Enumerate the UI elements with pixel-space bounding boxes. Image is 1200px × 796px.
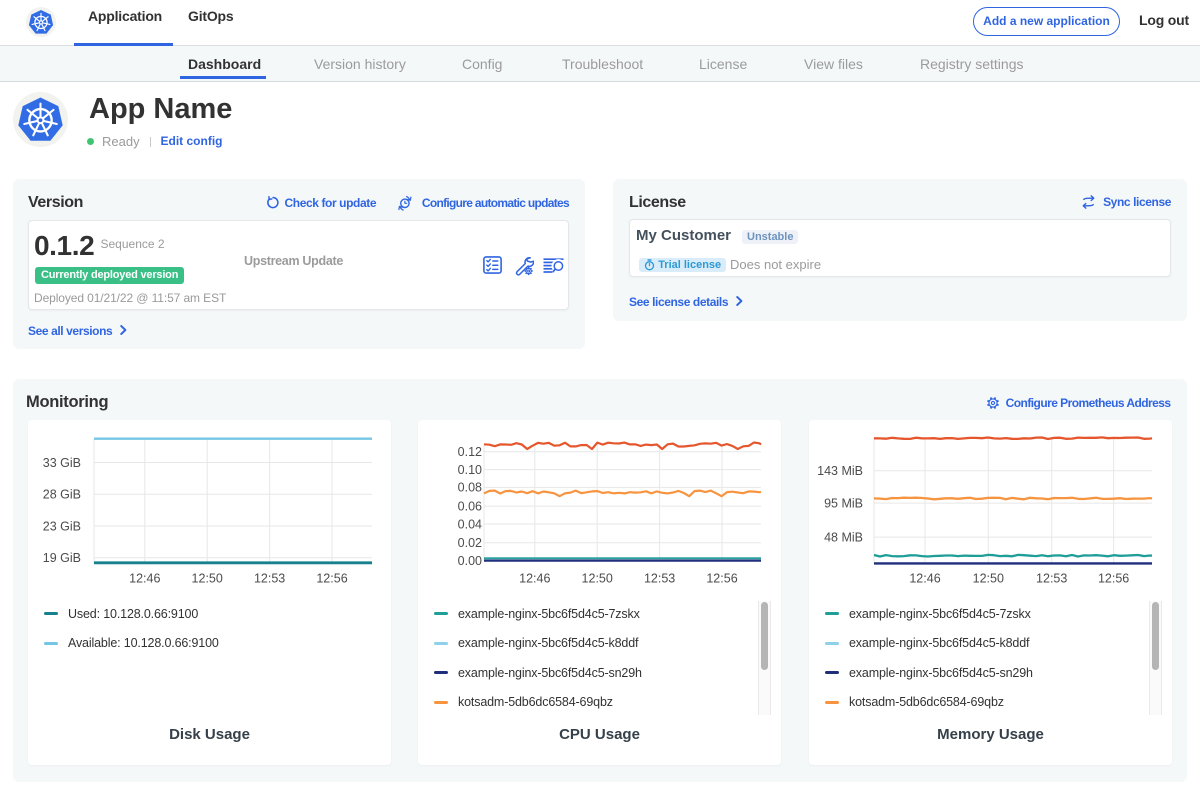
svg-text:0.12: 0.12 xyxy=(458,445,482,459)
svg-text:23 GiB: 23 GiB xyxy=(43,519,81,533)
svg-text:12:46: 12:46 xyxy=(909,572,940,586)
svg-text:12:50: 12:50 xyxy=(582,572,613,586)
svg-text:0.04: 0.04 xyxy=(458,517,482,531)
svg-text:12:56: 12:56 xyxy=(316,572,347,586)
svg-text:0.06: 0.06 xyxy=(458,499,482,513)
svg-text:19 GiB: 19 GiB xyxy=(43,551,81,565)
svg-text:0.08: 0.08 xyxy=(458,481,482,495)
svg-text:95 MiB: 95 MiB xyxy=(824,496,863,510)
svg-text:0.10: 0.10 xyxy=(458,463,482,477)
svg-text:33 GiB: 33 GiB xyxy=(43,456,81,470)
svg-text:12:50: 12:50 xyxy=(192,572,223,586)
svg-text:12:53: 12:53 xyxy=(254,572,285,586)
svg-text:12:53: 12:53 xyxy=(644,572,675,586)
svg-text:12:46: 12:46 xyxy=(129,572,160,586)
svg-text:12:46: 12:46 xyxy=(519,572,550,586)
svg-text:12:56: 12:56 xyxy=(1098,572,1129,586)
svg-text:12:53: 12:53 xyxy=(1036,572,1067,586)
svg-text:0.02: 0.02 xyxy=(458,536,482,550)
svg-text:48 MiB: 48 MiB xyxy=(824,530,863,544)
svg-text:12:50: 12:50 xyxy=(973,572,1004,586)
svg-text:28 GiB: 28 GiB xyxy=(43,488,81,502)
svg-text:143 MiB: 143 MiB xyxy=(817,464,863,478)
svg-text:0.00: 0.00 xyxy=(458,554,482,568)
svg-text:12:56: 12:56 xyxy=(706,572,737,586)
